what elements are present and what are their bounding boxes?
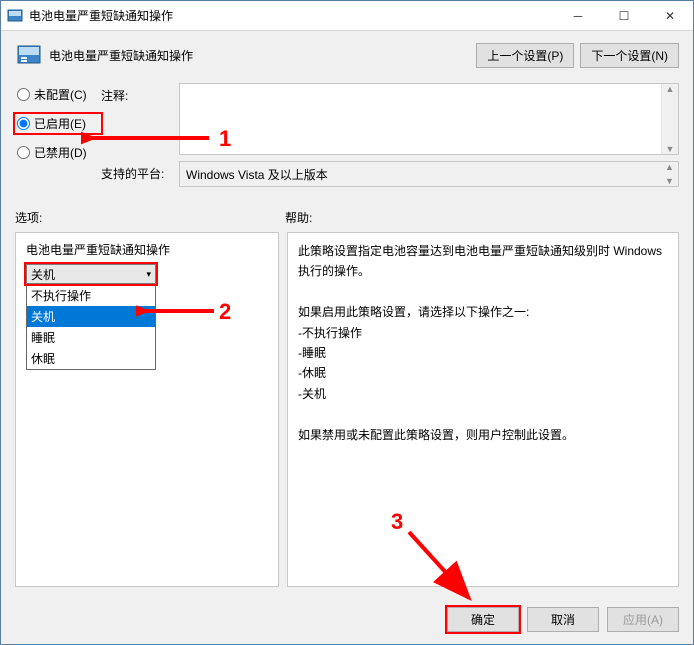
close-button[interactable]: ✕ — [647, 1, 693, 30]
comment-label: 注释: — [101, 83, 179, 155]
dropdown-item[interactable]: 不执行操作 — [27, 285, 155, 306]
policy-title: 电池电量严重短缺通知操作 — [49, 47, 476, 64]
maximize-button[interactable]: ☐ — [601, 1, 647, 30]
help-l3: -休眠 — [298, 363, 668, 383]
platform-value: Windows Vista 及以上版本 — [186, 168, 328, 182]
radio-enabled-label: 已启用(E) — [34, 115, 86, 132]
prev-setting-button[interactable]: 上一个设置(P) — [476, 43, 574, 68]
apply-button[interactable]: 应用(A) — [607, 607, 679, 632]
action-dropdown[interactable]: 关机 ▾ — [26, 264, 156, 284]
help-l2: -睡眠 — [298, 343, 668, 363]
radio-enabled-input[interactable] — [17, 117, 30, 130]
ok-button[interactable]: 确定 — [447, 607, 519, 632]
radio-not-configured-input[interactable] — [17, 88, 30, 101]
dropdown-selected: 关机 — [31, 266, 55, 283]
content-area: 电池电量严重短缺通知操作 上一个设置(P) 下一个设置(N) 未配置(C) 已启… — [1, 31, 693, 597]
app-icon — [7, 8, 23, 24]
radio-not-configured[interactable]: 未配置(C) — [15, 85, 101, 104]
help-label: 帮助: — [285, 209, 312, 226]
radio-disabled-label: 已禁用(D) — [34, 144, 87, 161]
scroll-up-icon[interactable]: ▲ — [665, 162, 674, 172]
section-labels: 选项: 帮助: — [15, 209, 679, 226]
dropdown-item[interactable]: 休眠 — [27, 348, 155, 369]
scrollbar[interactable]: ▲▼ — [661, 162, 678, 186]
footer: 确定 取消 应用(A) — [1, 597, 693, 644]
help-p2: 如果启用此策略设置，请选择以下操作之一: — [298, 302, 668, 322]
options-label: 选项: — [15, 209, 285, 226]
scrollbar[interactable]: ▲▼ — [661, 84, 678, 154]
panels: 电池电量严重短缺通知操作 关机 ▾ 不执行操作 关机 睡眠 休眠 此策略设置指定… — [15, 232, 679, 587]
scroll-down-icon[interactable]: ▼ — [666, 144, 675, 154]
help-l1: -不执行操作 — [298, 323, 668, 343]
titlebar: 电池电量严重短缺通知操作 ─ ☐ ✕ — [1, 1, 693, 31]
window-title: 电池电量严重短缺通知操作 — [29, 7, 555, 24]
cancel-button[interactable]: 取消 — [527, 607, 599, 632]
radio-disabled[interactable]: 已禁用(D) — [15, 143, 101, 162]
help-p3: 如果禁用或未配置此策略设置，则用户控制此设置。 — [298, 425, 668, 445]
platform-label: 支持的平台: — [101, 161, 179, 187]
radio-disabled-input[interactable] — [17, 146, 30, 159]
window-buttons: ─ ☐ ✕ — [555, 1, 693, 30]
comment-textarea[interactable]: ▲▼ — [179, 83, 679, 155]
radio-group: 未配置(C) 已启用(E) 已禁用(D) — [15, 83, 101, 172]
help-p1: 此策略设置指定电池容量达到电池电量严重短缺通知级别时 Windows 执行的操作… — [298, 241, 668, 282]
help-l4: -关机 — [298, 384, 668, 404]
options-title: 电池电量严重短缺通知操作 — [26, 241, 268, 258]
policy-icon — [15, 41, 43, 69]
dropdown-list: 不执行操作 关机 睡眠 休眠 — [26, 284, 156, 370]
scroll-up-icon[interactable]: ▲ — [666, 84, 675, 94]
minimize-button[interactable]: ─ — [555, 1, 601, 30]
radio-not-configured-label: 未配置(C) — [34, 86, 87, 103]
config-row: 未配置(C) 已启用(E) 已禁用(D) 注释: ▲▼ — [15, 83, 679, 187]
radio-enabled[interactable]: 已启用(E) — [15, 114, 101, 133]
scroll-down-icon[interactable]: ▼ — [665, 176, 674, 186]
dropdown-item[interactable]: 睡眠 — [27, 327, 155, 348]
header-row: 电池电量严重短缺通知操作 上一个设置(P) 下一个设置(N) — [15, 41, 679, 69]
chevron-down-icon: ▾ — [146, 269, 151, 280]
platform-box: Windows Vista 及以上版本 ▲▼ — [179, 161, 679, 187]
options-panel: 电池电量严重短缺通知操作 关机 ▾ 不执行操作 关机 睡眠 休眠 — [15, 232, 279, 587]
next-setting-button[interactable]: 下一个设置(N) — [580, 43, 679, 68]
help-panel: 此策略设置指定电池容量达到电池电量严重短缺通知级别时 Windows 执行的操作… — [287, 232, 679, 587]
dialog-window: 电池电量严重短缺通知操作 ─ ☐ ✕ 电池电量严重短缺通知操作 上一个设置(P)… — [0, 0, 694, 645]
dropdown-item[interactable]: 关机 — [27, 306, 155, 327]
